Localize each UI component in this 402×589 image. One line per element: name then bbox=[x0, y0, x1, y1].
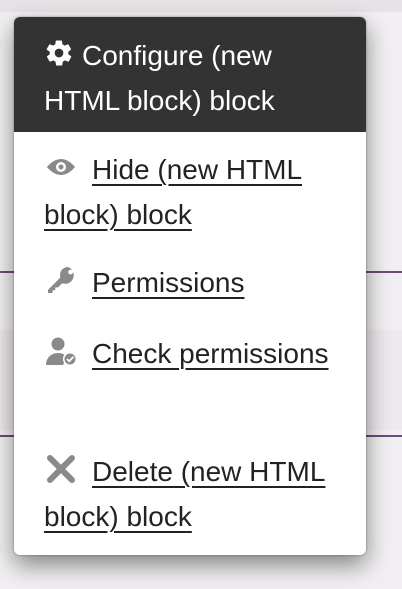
permissions-link[interactable]: Permissions bbox=[44, 260, 354, 305]
hide-block-link[interactable]: Hide (new HTML block) block bbox=[44, 147, 354, 237]
eye-icon bbox=[47, 159, 75, 175]
configure-block-link[interactable]: Configure (new HTML block) block bbox=[14, 17, 366, 132]
configure-block-label: Configure (new HTML block) block bbox=[44, 40, 275, 116]
background-row bbox=[0, 0, 402, 12]
key-icon bbox=[48, 267, 74, 293]
permissions-label: Permissions bbox=[92, 267, 245, 298]
gear-icon bbox=[46, 40, 72, 66]
user-check-icon bbox=[46, 337, 77, 366]
close-x-icon bbox=[47, 455, 75, 483]
check-permissions-link[interactable]: Check permissions bbox=[44, 331, 354, 376]
configure-block-text: Configure (new HTML block) block bbox=[44, 33, 354, 123]
delete-block-label: Delete (new HTML block) block bbox=[44, 456, 326, 532]
delete-block-link[interactable]: Delete (new HTML block) block bbox=[44, 449, 354, 539]
hide-block-label: Hide (new HTML block) block bbox=[44, 154, 303, 230]
check-permissions-label: Check permissions bbox=[92, 338, 329, 369]
contextual-links-menu: Configure (new HTML block) block Hide (n… bbox=[14, 17, 366, 555]
